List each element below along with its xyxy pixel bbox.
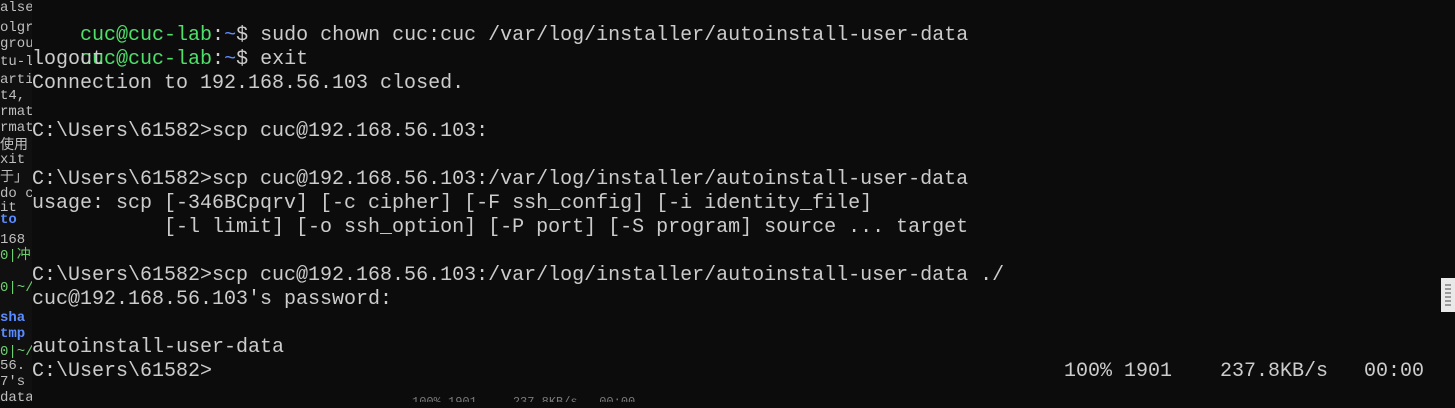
transfer-stats: 100% 1901 237.8KB/s 00:00: [1064, 360, 1425, 383]
prompt-sign: $: [236, 48, 249, 71]
terminal-line: Connection to 192.168.56.103 closed.: [32, 72, 465, 95]
terminal-prompt-line: C:\Users\61582>: [32, 360, 213, 383]
background-text: 0|~/: [0, 280, 32, 296]
terminal-line: cuc@192.168.56.103's password:: [32, 288, 393, 311]
terminal-line: C:\Users\61582>scp cuc@192.168.56.103:/v…: [32, 264, 1005, 287]
prompt-separator: :: [212, 48, 225, 71]
terminal-line: C:\Users\61582>scp cuc@192.168.56.103:: [32, 120, 489, 143]
command-text: exit: [248, 48, 309, 71]
background-text: data: [0, 390, 32, 402]
terminal-line: cuc@cuc-lab:~$ sudo chown cuc:cuc /var/l…: [32, 0, 968, 47]
background-window-text: 100% 1901 237.8KB/s 00:00: [412, 396, 635, 402]
scrollbar-handle[interactable]: [1441, 278, 1455, 312]
transfer-filename: autoinstall-user-data: [32, 336, 285, 359]
terminal-line: logout: [32, 48, 105, 71]
background-text: 0|冲: [0, 248, 31, 264]
terminal-line: cuc@cuc-lab:~$ exit: [32, 24, 308, 71]
terminal-line: [-l limit] [-o ssh_option] [-P port] [-S…: [32, 216, 969, 239]
command-text: sudo chown cuc:cuc /var/log/installer/au…: [248, 24, 969, 47]
terminal-line: usage: scp [-346BCpqrv] [-c cipher] [-F …: [32, 192, 873, 215]
terminal-output[interactable]: cuc@cuc-lab:~$ sudo chown cuc:cuc /var/l…: [32, 0, 1455, 402]
transfer-progress-line: autoinstall-user-data 100% 1901 237.8KB/…: [32, 312, 1424, 383]
grip-icon: [1445, 284, 1451, 306]
terminal-line: C:\Users\61582>scp cuc@192.168.56.103:/v…: [32, 168, 969, 191]
background-window-strip: alse olgr grou tu-l arti t4, rmat rmat 使…: [0, 0, 32, 402]
prompt-path: ~: [224, 48, 237, 71]
